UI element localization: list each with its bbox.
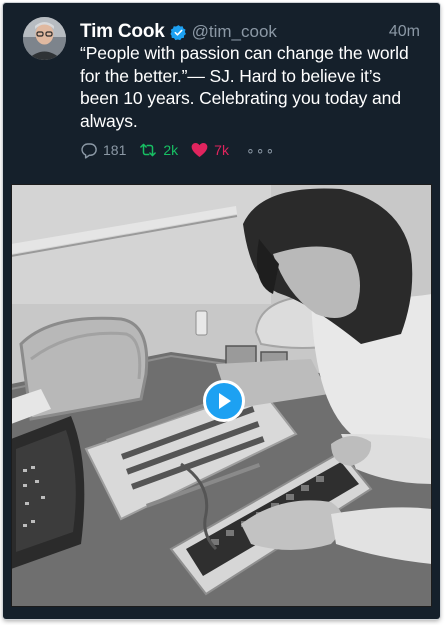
tweet-header: Tim Cook @tim_cook 40m bbox=[80, 20, 420, 44]
avatar[interactable] bbox=[23, 17, 66, 60]
play-button[interactable] bbox=[203, 380, 245, 422]
author-name[interactable]: Tim Cook bbox=[80, 21, 165, 43]
tweet-text: “People with passion can change the worl… bbox=[80, 43, 409, 131]
like-count: 7k bbox=[214, 142, 229, 158]
author-handle[interactable]: @tim_cook bbox=[192, 22, 277, 42]
verified-badge-icon bbox=[170, 24, 187, 41]
timestamp[interactable]: 40m bbox=[389, 23, 420, 41]
retweet-button[interactable]: 2k bbox=[138, 141, 178, 159]
reply-count: 181 bbox=[103, 142, 127, 158]
reply-button[interactable]: 181 bbox=[80, 141, 126, 159]
tweet-media[interactable] bbox=[11, 184, 432, 607]
like-button[interactable]: 7k bbox=[190, 141, 229, 159]
play-icon bbox=[219, 393, 231, 409]
more-dots-icon: ∘∘∘ bbox=[245, 141, 276, 158]
reply-icon bbox=[81, 143, 97, 159]
heart-icon bbox=[191, 142, 208, 158]
more-options-button[interactable]: ∘∘∘ bbox=[241, 142, 275, 159]
retweet-count: 2k bbox=[163, 142, 179, 158]
tweet-actions: 181 2k 7k ∘∘∘ bbox=[80, 139, 287, 161]
retweet-icon bbox=[140, 143, 157, 157]
tweet-card[interactable]: Tim Cook @tim_cook 40m “People with pass… bbox=[3, 3, 440, 619]
